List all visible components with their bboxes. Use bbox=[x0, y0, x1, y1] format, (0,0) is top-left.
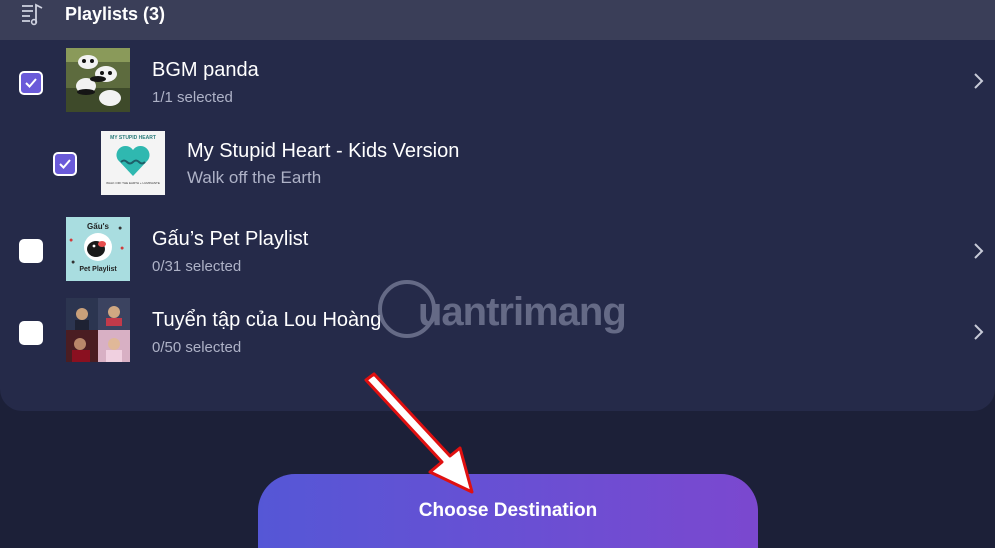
paw-icon: ● bbox=[69, 237, 74, 244]
checkbox-my-stupid-heart[interactable] bbox=[53, 152, 77, 176]
playlist-subtitle: 0/31 selected bbox=[152, 258, 242, 275]
playlist-cover-image bbox=[66, 48, 130, 112]
dog-icon bbox=[84, 233, 112, 261]
playlist-title: Tuyển tập của Lou Hoàng bbox=[152, 309, 382, 331]
check-icon bbox=[25, 78, 37, 88]
chevron-right-icon[interactable] bbox=[971, 72, 985, 90]
chevron-right-icon[interactable] bbox=[971, 323, 985, 341]
track-row-my-stupid-heart[interactable]: MY STUPID HEART WALK OFF THE EARTH + LUM… bbox=[0, 128, 995, 198]
cover-text-bottom: WALK OFF THE EARTH + LUMINANTE bbox=[106, 181, 160, 185]
heart-icon bbox=[116, 145, 150, 176]
check-icon bbox=[59, 159, 71, 169]
track-artist: Walk off the Earth bbox=[187, 168, 322, 187]
playlist-row-gau-pet[interactable]: Gấu's Pet Playlist ● ● ● ● Gấu’s Pet Pla… bbox=[0, 210, 995, 290]
playlist-title: Gấu’s Pet Playlist bbox=[152, 228, 309, 250]
cover-text-bottom: Pet Playlist bbox=[79, 266, 117, 273]
playlist-cover-image: Gấu's Pet Playlist ● ● ● ● bbox=[66, 217, 130, 281]
panel-header: Playlists (3) bbox=[0, 0, 995, 40]
paw-icon: ● bbox=[71, 259, 76, 266]
page-title: Playlists (3) bbox=[65, 4, 166, 24]
playlist-subtitle: 1/1 selected bbox=[152, 89, 233, 106]
playlist-cover-image bbox=[66, 298, 130, 362]
checkbox-gau-pet[interactable] bbox=[19, 239, 43, 263]
playlist-title: BGM panda bbox=[152, 59, 259, 81]
watermark-logo: uantrimang bbox=[378, 280, 658, 344]
watermark-text: uantrimang bbox=[418, 290, 627, 334]
playlist-icon bbox=[22, 3, 43, 26]
playlists-panel: Playlists (3) BGM panda 1/1 selected MY … bbox=[0, 0, 995, 411]
cover-text-top: MY STUPID HEART bbox=[110, 135, 156, 141]
track-cover-image: MY STUPID HEART WALK OFF THE EARTH + LUM… bbox=[101, 131, 165, 195]
annotation-arrow-icon bbox=[364, 372, 474, 494]
playlist-row-bgm-panda[interactable]: BGM panda 1/1 selected bbox=[0, 42, 995, 122]
chevron-right-icon[interactable] bbox=[971, 242, 985, 260]
choose-destination-button[interactable]: Choose Destination bbox=[258, 474, 758, 548]
checkbox-bgm-panda[interactable] bbox=[19, 71, 43, 95]
track-title: My Stupid Heart - Kids Version bbox=[187, 140, 460, 162]
paw-icon: ● bbox=[120, 245, 125, 252]
paw-icon: ● bbox=[118, 225, 123, 232]
playlist-subtitle: 0/50 selected bbox=[152, 339, 242, 356]
checkbox-lou-hoang[interactable] bbox=[19, 321, 43, 345]
